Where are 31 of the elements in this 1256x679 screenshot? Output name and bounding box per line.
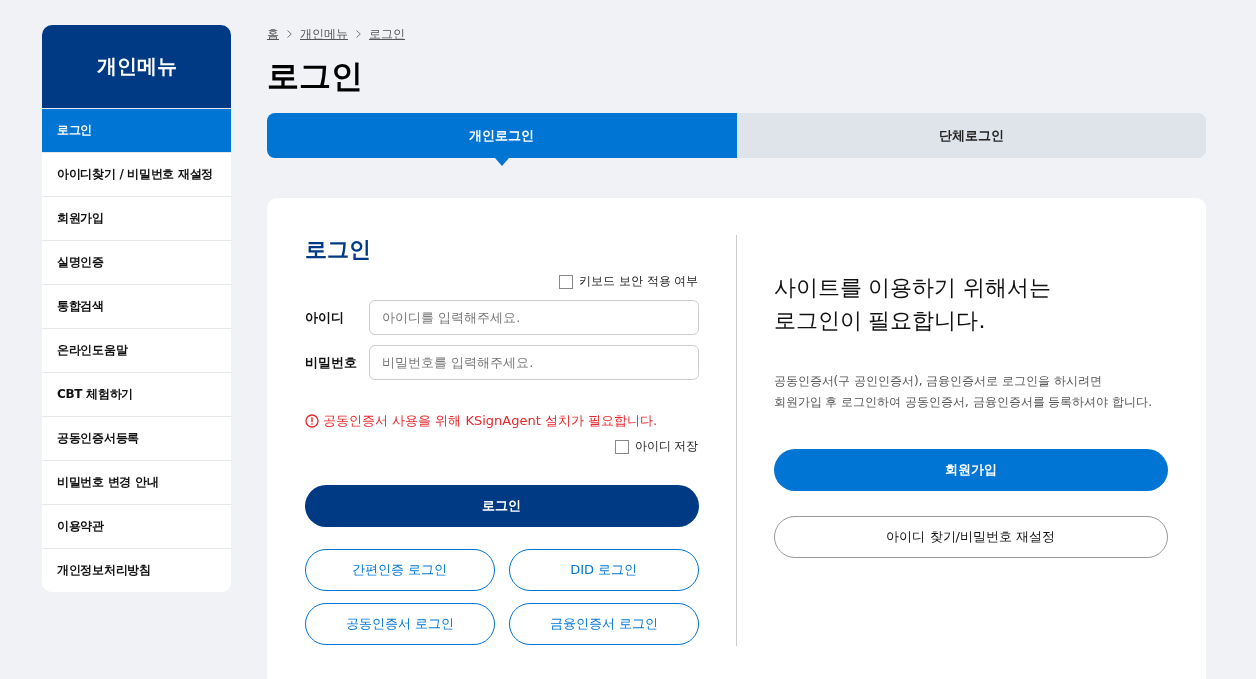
login-option-button[interactable]: DID 로그인 <box>508 549 699 591</box>
sidebar-title: 개인메뉴 <box>42 25 231 108</box>
breadcrumb-link[interactable]: 로그인 <box>369 25 405 43</box>
login-option-button[interactable]: 금융인증서 로그인 <box>508 603 699 645</box>
info-heading: 사이트를 이용하기 위해서는 로그인이 필요합니다. <box>773 274 1053 335</box>
input-field[interactable]: 아이디를 입력해주세요. <box>369 300 699 335</box>
breadcrumb-link[interactable]: 홈 <box>267 25 279 43</box>
login-button[interactable]: 로그인 <box>305 485 699 527</box>
warning-message: 공동인증서 사용을 위해 KSignAgent 설치가 필요합니다. <box>323 412 658 430</box>
tab-pointer <box>494 158 509 166</box>
breadcrumb-link[interactable]: 개인메뉴 <box>300 25 348 43</box>
info-description: 공동인증서(구 공인인증서), 금융인증서로 로그인을 하시려면 회원가입 후 로그인하여 공동인증서, 금융인증서를 등록하셔야 합니다. <box>773 373 1153 411</box>
checkbox-label: 아이디 저장 <box>634 438 699 455</box>
sidebar-item[interactable]: 로그인 <box>42 108 231 152</box>
find-account-button[interactable]: 아이디 찾기/비밀번호 재설정 <box>773 516 1168 558</box>
input-field[interactable]: 비밀번호를 입력해주세요. <box>369 345 699 380</box>
chevron-icon <box>287 30 292 38</box>
chevron-icon <box>356 30 361 38</box>
checkbox-label: 키보드 보안 적용 여부 <box>579 273 699 290</box>
login-option-button[interactable]: 간편인증 로그인 <box>305 549 495 591</box>
signup-button[interactable]: 회원가입 <box>773 449 1168 491</box>
sidebar-item[interactable]: 개인정보처리방침 <box>42 548 231 592</box>
login-option-button[interactable]: 공동인증서 로그인 <box>305 603 495 645</box>
tab[interactable]: 단체로그인 <box>736 113 1206 158</box>
checkbox[interactable] <box>559 274 574 289</box>
field-label: 아이디 <box>305 308 345 327</box>
alert-icon <box>305 414 319 428</box>
section-title: 로그인 <box>305 236 372 264</box>
field-label: 비밀번호 <box>305 353 358 372</box>
checkbox[interactable] <box>614 439 629 454</box>
page-title: 로그인 <box>267 56 364 97</box>
